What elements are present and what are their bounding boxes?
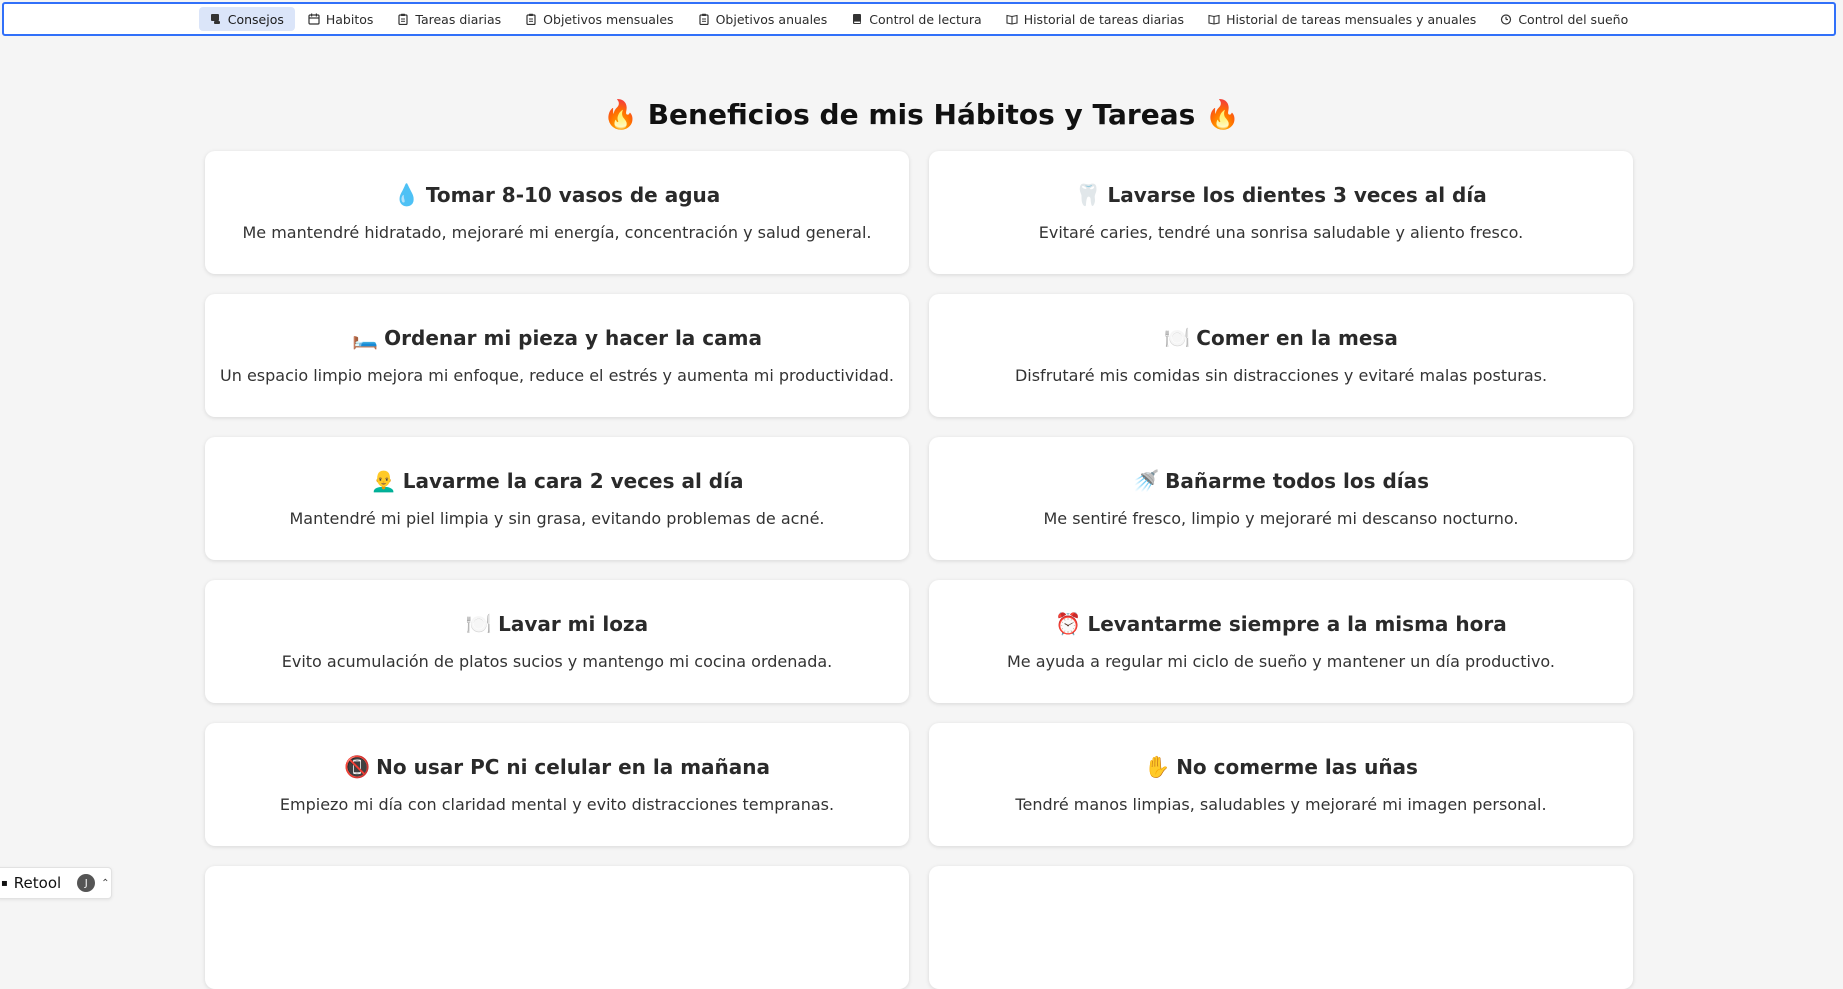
clipboard-icon [525, 13, 537, 25]
benefit-card: ✋ No comerme las uñas Tendré manos limpias… [929, 723, 1633, 846]
nav-tab-2[interactable]: Tareas diarias [386, 7, 512, 31]
benefit-card-title: 📵 No usar PC ni celular en la mañana [344, 755, 770, 779]
nav-tab-4[interactable]: Objetivos anuales [687, 7, 839, 31]
benefit-card-description: Me mantendré hidratado, mejoraré mi ener… [242, 223, 872, 242]
benefit-card: 🍽️ Comer en la mesa Disfrutaré mis comidas… [929, 294, 1633, 417]
benefit-card-description: Disfrutaré mis comidas sin distracciones… [1014, 366, 1548, 385]
benefit-emoji-icon: ✋ [1144, 754, 1171, 779]
benefit-card-title: 🍽️ Comer en la mesa [1164, 326, 1398, 350]
benefit-card-title-text: No comerme las uñas [1176, 755, 1418, 779]
benefit-emoji-icon: 🍽️ [465, 611, 493, 636]
nav-tab-label: Objetivos mensuales [543, 11, 674, 27]
nav-tab-0[interactable]: Consejos [198, 7, 295, 31]
nav-tab-label: Control de lectura [869, 11, 982, 27]
book-icon [851, 13, 863, 25]
benefit-card-title-text: Comer en la mesa [1196, 326, 1398, 350]
nav-tab-label: Consejos [227, 11, 284, 27]
benefit-card-title-text: No usar PC ni celular en la mañana [376, 755, 770, 779]
nav-tab-label: Control del sueño [1518, 11, 1629, 27]
clipboard-icon [698, 13, 710, 25]
benefit-card: 🛏️ Ordenar mi pieza y hacer la cama Un esp… [205, 294, 909, 417]
benefit-card-description: Evitaré caries, tendré una sonrisa salud… [1038, 223, 1524, 242]
benefit-card-title-text: Lavar mi loza [498, 612, 649, 636]
chevron-up-icon[interactable]: ⌃ [101, 878, 109, 889]
clipboard-icon [397, 13, 409, 25]
benefit-card-title-text: Levantarme siempre a la misma hora [1087, 612, 1507, 636]
open-book-icon [1006, 13, 1018, 25]
benefit-emoji-icon: 📵 [344, 754, 371, 779]
benefit-card-title: 🍽️ Lavar mi loza [466, 612, 648, 636]
benefits-grid: 💧 Tomar 8-10 vasos de agua Me mantendré hi… [205, 151, 1633, 989]
nav-tab-5[interactable]: Control de lectura [840, 7, 992, 31]
benefit-card: 🍽️ Lavar mi loza Evito acumulación de plat… [205, 580, 909, 703]
retool-logo-icon: ▪ [1, 877, 8, 889]
benefit-card-title-text: Lavarse los dientes 3 veces al día [1107, 183, 1487, 207]
benefit-card-description: Me ayuda a regular mi ciclo de sueño y m… [1006, 652, 1556, 671]
benefit-card-title: 🚿 Bañarme todos los días [1133, 469, 1429, 493]
benefit-card-description: Mantendré mi piel limpia y sin grasa, ev… [289, 509, 825, 528]
nav-tab-8[interactable]: Control del sueño [1489, 7, 1639, 31]
benefit-card: ⏰ Levantarme siempre a la misma hora Me ay… [929, 580, 1633, 703]
benefit-card [929, 866, 1633, 989]
nav-tab-6[interactable]: Historial de tareas diarias [995, 7, 1195, 31]
open-book-icon [1208, 13, 1220, 25]
nav-tab-label: Objetivos anuales [715, 11, 828, 27]
nav-tab-3[interactable]: Objetivos mensuales [514, 7, 684, 31]
nav-tabs: Consejos Habitos Tareas diarias Objetivos m… [198, 7, 1640, 31]
retool-name: Retool [13, 874, 62, 892]
sleep-icon [1500, 13, 1512, 25]
nav-tab-7[interactable]: Historial de tareas mensuales y anuales [1197, 7, 1487, 31]
tips-icon [210, 13, 222, 25]
benefit-emoji-icon: 🛏️ [352, 325, 379, 350]
benefit-card: 📵 No usar PC ni celular en la mañana Empie… [205, 723, 909, 846]
benefit-emoji-icon: 🍽️ [1164, 325, 1191, 350]
benefit-card-title: 🦷 Lavarse los dientes 3 veces al día [1075, 183, 1486, 207]
benefit-card-title: 🛏️ Ordenar mi pieza y hacer la cama [352, 326, 762, 350]
benefit-card-title-text: Bañarme todos los días [1165, 469, 1430, 493]
benefit-card: 🦷 Lavarse los dientes 3 veces al día Evita… [929, 151, 1633, 274]
page-title: 🔥 Beneficios de mis Hábitos y Tareas 🔥 [603, 98, 1240, 131]
benefit-card-title-text: Lavarme la cara 2 veces al día [402, 469, 744, 493]
benefit-emoji-icon: 🚿 [1132, 468, 1160, 493]
benefit-card-description: Tendré manos limpias, saludables y mejor… [1015, 795, 1547, 814]
nav-tab-label: Historial de tareas diarias [1023, 11, 1185, 27]
benefit-card-title-text: Ordenar mi pieza y hacer la cama [384, 326, 762, 350]
benefit-card [205, 866, 909, 989]
benefit-card: 💧 Tomar 8-10 vasos de agua Me mantendré hi… [205, 151, 909, 274]
benefit-emoji-icon: 💧 [393, 182, 420, 207]
nav-tab-label: Tareas diarias [415, 11, 502, 27]
retool-badge[interactable]: ▪ Retool J ⌃ [0, 867, 112, 899]
avatar[interactable]: J [77, 874, 96, 892]
nav-tab-1[interactable]: Habitos [297, 7, 385, 31]
benefit-card-title: ✋ No comerme las uñas [1144, 755, 1418, 779]
top-navigation-bar: Consejos Habitos Tareas diarias Objetivos m… [2, 2, 1836, 36]
nav-tab-label: Habitos [325, 11, 374, 27]
benefit-card: 🚿 Bañarme todos los días Me sentiré fresco… [929, 437, 1633, 560]
benefit-emoji-icon: ⏰ [1055, 611, 1082, 636]
benefit-card-description: Un espacio limpio mejora mi enfoque, red… [220, 366, 894, 385]
benefit-emoji-icon: 🦷 [1075, 182, 1102, 207]
benefit-card-description: Empiezo mi día con claridad mental y evi… [279, 795, 835, 814]
benefit-card: 👨‍🦲 Lavarme la cara 2 veces al día Mantend… [205, 437, 909, 560]
nav-tab-label: Historial de tareas mensuales y anuales [1226, 11, 1477, 27]
benefit-card-title-text: Tomar 8-10 vasos de agua [425, 183, 721, 207]
benefit-card-title: 💧 Tomar 8-10 vasos de agua [394, 183, 721, 207]
benefit-card-description: Me sentiré fresco, limpio y mejoraré mi … [1043, 509, 1519, 528]
calendar-icon [308, 13, 320, 25]
benefit-card-description: Evito acumulación de platos sucios y man… [281, 652, 833, 671]
benefit-card-title: 👨‍🦲 Lavarme la cara 2 veces al día [371, 469, 744, 493]
benefit-card-title: ⏰ Levantarme siempre a la misma hora [1055, 612, 1506, 636]
benefit-emoji-icon: 👨‍🦲 [370, 468, 397, 493]
